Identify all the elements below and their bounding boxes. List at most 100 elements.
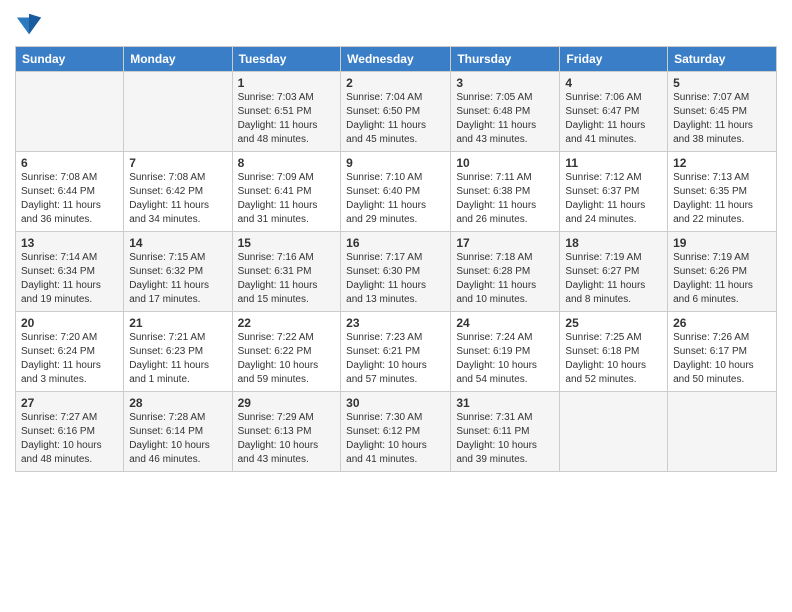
day-header-sunday: Sunday <box>16 47 124 72</box>
calendar-cell: 5Sunrise: 7:07 AMSunset: 6:45 PMDaylight… <box>668 72 777 152</box>
logo-icon <box>15 10 43 38</box>
day-number: 28 <box>129 396 226 410</box>
calendar-cell: 9Sunrise: 7:10 AMSunset: 6:40 PMDaylight… <box>341 152 451 232</box>
day-number: 25 <box>565 316 662 330</box>
day-number: 21 <box>129 316 226 330</box>
day-info: Sunrise: 7:06 AMSunset: 6:47 PMDaylight:… <box>565 91 662 147</box>
day-header-monday: Monday <box>124 47 232 72</box>
day-header-tuesday: Tuesday <box>232 47 341 72</box>
calendar-cell: 8Sunrise: 7:09 AMSunset: 6:41 PMDaylight… <box>232 152 341 232</box>
calendar-cell: 24Sunrise: 7:24 AMSunset: 6:19 PMDayligh… <box>451 312 560 392</box>
calendar-cell: 15Sunrise: 7:16 AMSunset: 6:31 PMDayligh… <box>232 232 341 312</box>
calendar-cell <box>16 72 124 152</box>
day-info: Sunrise: 7:21 AMSunset: 6:23 PMDaylight:… <box>129 331 226 387</box>
day-number: 30 <box>346 396 445 410</box>
header <box>15 10 777 38</box>
day-number: 20 <box>21 316 118 330</box>
calendar-cell: 3Sunrise: 7:05 AMSunset: 6:48 PMDaylight… <box>451 72 560 152</box>
page: SundayMondayTuesdayWednesdayThursdayFrid… <box>0 0 792 487</box>
logo <box>15 10 45 38</box>
day-number: 18 <box>565 236 662 250</box>
day-number: 2 <box>346 76 445 90</box>
calendar: SundayMondayTuesdayWednesdayThursdayFrid… <box>15 46 777 472</box>
day-number: 1 <box>238 76 336 90</box>
day-info: Sunrise: 7:29 AMSunset: 6:13 PMDaylight:… <box>238 411 336 467</box>
calendar-cell: 22Sunrise: 7:22 AMSunset: 6:22 PMDayligh… <box>232 312 341 392</box>
calendar-cell: 26Sunrise: 7:26 AMSunset: 6:17 PMDayligh… <box>668 312 777 392</box>
calendar-header-row: SundayMondayTuesdayWednesdayThursdayFrid… <box>16 47 777 72</box>
calendar-cell: 23Sunrise: 7:23 AMSunset: 6:21 PMDayligh… <box>341 312 451 392</box>
calendar-cell: 18Sunrise: 7:19 AMSunset: 6:27 PMDayligh… <box>560 232 668 312</box>
day-number: 14 <box>129 236 226 250</box>
day-info: Sunrise: 7:20 AMSunset: 6:24 PMDaylight:… <box>21 331 118 387</box>
calendar-cell: 25Sunrise: 7:25 AMSunset: 6:18 PMDayligh… <box>560 312 668 392</box>
day-info: Sunrise: 7:30 AMSunset: 6:12 PMDaylight:… <box>346 411 445 467</box>
calendar-week-1: 1Sunrise: 7:03 AMSunset: 6:51 PMDaylight… <box>16 72 777 152</box>
day-number: 26 <box>673 316 771 330</box>
day-info: Sunrise: 7:07 AMSunset: 6:45 PMDaylight:… <box>673 91 771 147</box>
day-number: 9 <box>346 156 445 170</box>
day-number: 13 <box>21 236 118 250</box>
day-info: Sunrise: 7:09 AMSunset: 6:41 PMDaylight:… <box>238 171 336 227</box>
day-number: 5 <box>673 76 771 90</box>
day-number: 22 <box>238 316 336 330</box>
day-header-friday: Friday <box>560 47 668 72</box>
calendar-cell: 17Sunrise: 7:18 AMSunset: 6:28 PMDayligh… <box>451 232 560 312</box>
day-info: Sunrise: 7:13 AMSunset: 6:35 PMDaylight:… <box>673 171 771 227</box>
day-info: Sunrise: 7:16 AMSunset: 6:31 PMDaylight:… <box>238 251 336 307</box>
day-info: Sunrise: 7:05 AMSunset: 6:48 PMDaylight:… <box>456 91 554 147</box>
day-info: Sunrise: 7:08 AMSunset: 6:44 PMDaylight:… <box>21 171 118 227</box>
calendar-cell <box>668 392 777 472</box>
day-info: Sunrise: 7:24 AMSunset: 6:19 PMDaylight:… <box>456 331 554 387</box>
day-number: 29 <box>238 396 336 410</box>
calendar-cell: 4Sunrise: 7:06 AMSunset: 6:47 PMDaylight… <box>560 72 668 152</box>
day-number: 31 <box>456 396 554 410</box>
day-info: Sunrise: 7:11 AMSunset: 6:38 PMDaylight:… <box>456 171 554 227</box>
calendar-cell: 30Sunrise: 7:30 AMSunset: 6:12 PMDayligh… <box>341 392 451 472</box>
calendar-cell <box>124 72 232 152</box>
day-info: Sunrise: 7:04 AMSunset: 6:50 PMDaylight:… <box>346 91 445 147</box>
calendar-week-2: 6Sunrise: 7:08 AMSunset: 6:44 PMDaylight… <box>16 152 777 232</box>
day-header-thursday: Thursday <box>451 47 560 72</box>
day-info: Sunrise: 7:25 AMSunset: 6:18 PMDaylight:… <box>565 331 662 387</box>
calendar-cell: 7Sunrise: 7:08 AMSunset: 6:42 PMDaylight… <box>124 152 232 232</box>
day-number: 12 <box>673 156 771 170</box>
day-info: Sunrise: 7:31 AMSunset: 6:11 PMDaylight:… <box>456 411 554 467</box>
day-number: 15 <box>238 236 336 250</box>
calendar-week-4: 20Sunrise: 7:20 AMSunset: 6:24 PMDayligh… <box>16 312 777 392</box>
day-header-wednesday: Wednesday <box>341 47 451 72</box>
day-info: Sunrise: 7:26 AMSunset: 6:17 PMDaylight:… <box>673 331 771 387</box>
day-info: Sunrise: 7:22 AMSunset: 6:22 PMDaylight:… <box>238 331 336 387</box>
day-info: Sunrise: 7:18 AMSunset: 6:28 PMDaylight:… <box>456 251 554 307</box>
calendar-cell <box>560 392 668 472</box>
day-info: Sunrise: 7:27 AMSunset: 6:16 PMDaylight:… <box>21 411 118 467</box>
calendar-cell: 10Sunrise: 7:11 AMSunset: 6:38 PMDayligh… <box>451 152 560 232</box>
day-info: Sunrise: 7:12 AMSunset: 6:37 PMDaylight:… <box>565 171 662 227</box>
day-number: 8 <box>238 156 336 170</box>
calendar-cell: 19Sunrise: 7:19 AMSunset: 6:26 PMDayligh… <box>668 232 777 312</box>
day-number: 19 <box>673 236 771 250</box>
calendar-cell: 29Sunrise: 7:29 AMSunset: 6:13 PMDayligh… <box>232 392 341 472</box>
day-info: Sunrise: 7:28 AMSunset: 6:14 PMDaylight:… <box>129 411 226 467</box>
calendar-cell: 14Sunrise: 7:15 AMSunset: 6:32 PMDayligh… <box>124 232 232 312</box>
calendar-cell: 28Sunrise: 7:28 AMSunset: 6:14 PMDayligh… <box>124 392 232 472</box>
day-info: Sunrise: 7:19 AMSunset: 6:26 PMDaylight:… <box>673 251 771 307</box>
calendar-cell: 11Sunrise: 7:12 AMSunset: 6:37 PMDayligh… <box>560 152 668 232</box>
calendar-cell: 6Sunrise: 7:08 AMSunset: 6:44 PMDaylight… <box>16 152 124 232</box>
day-number: 11 <box>565 156 662 170</box>
day-info: Sunrise: 7:08 AMSunset: 6:42 PMDaylight:… <box>129 171 226 227</box>
day-info: Sunrise: 7:19 AMSunset: 6:27 PMDaylight:… <box>565 251 662 307</box>
calendar-cell: 21Sunrise: 7:21 AMSunset: 6:23 PMDayligh… <box>124 312 232 392</box>
calendar-cell: 2Sunrise: 7:04 AMSunset: 6:50 PMDaylight… <box>341 72 451 152</box>
calendar-cell: 27Sunrise: 7:27 AMSunset: 6:16 PMDayligh… <box>16 392 124 472</box>
day-number: 17 <box>456 236 554 250</box>
day-info: Sunrise: 7:23 AMSunset: 6:21 PMDaylight:… <box>346 331 445 387</box>
calendar-week-5: 27Sunrise: 7:27 AMSunset: 6:16 PMDayligh… <box>16 392 777 472</box>
day-info: Sunrise: 7:10 AMSunset: 6:40 PMDaylight:… <box>346 171 445 227</box>
day-number: 23 <box>346 316 445 330</box>
day-header-saturday: Saturday <box>668 47 777 72</box>
day-number: 7 <box>129 156 226 170</box>
calendar-cell: 31Sunrise: 7:31 AMSunset: 6:11 PMDayligh… <box>451 392 560 472</box>
day-number: 16 <box>346 236 445 250</box>
calendar-cell: 16Sunrise: 7:17 AMSunset: 6:30 PMDayligh… <box>341 232 451 312</box>
